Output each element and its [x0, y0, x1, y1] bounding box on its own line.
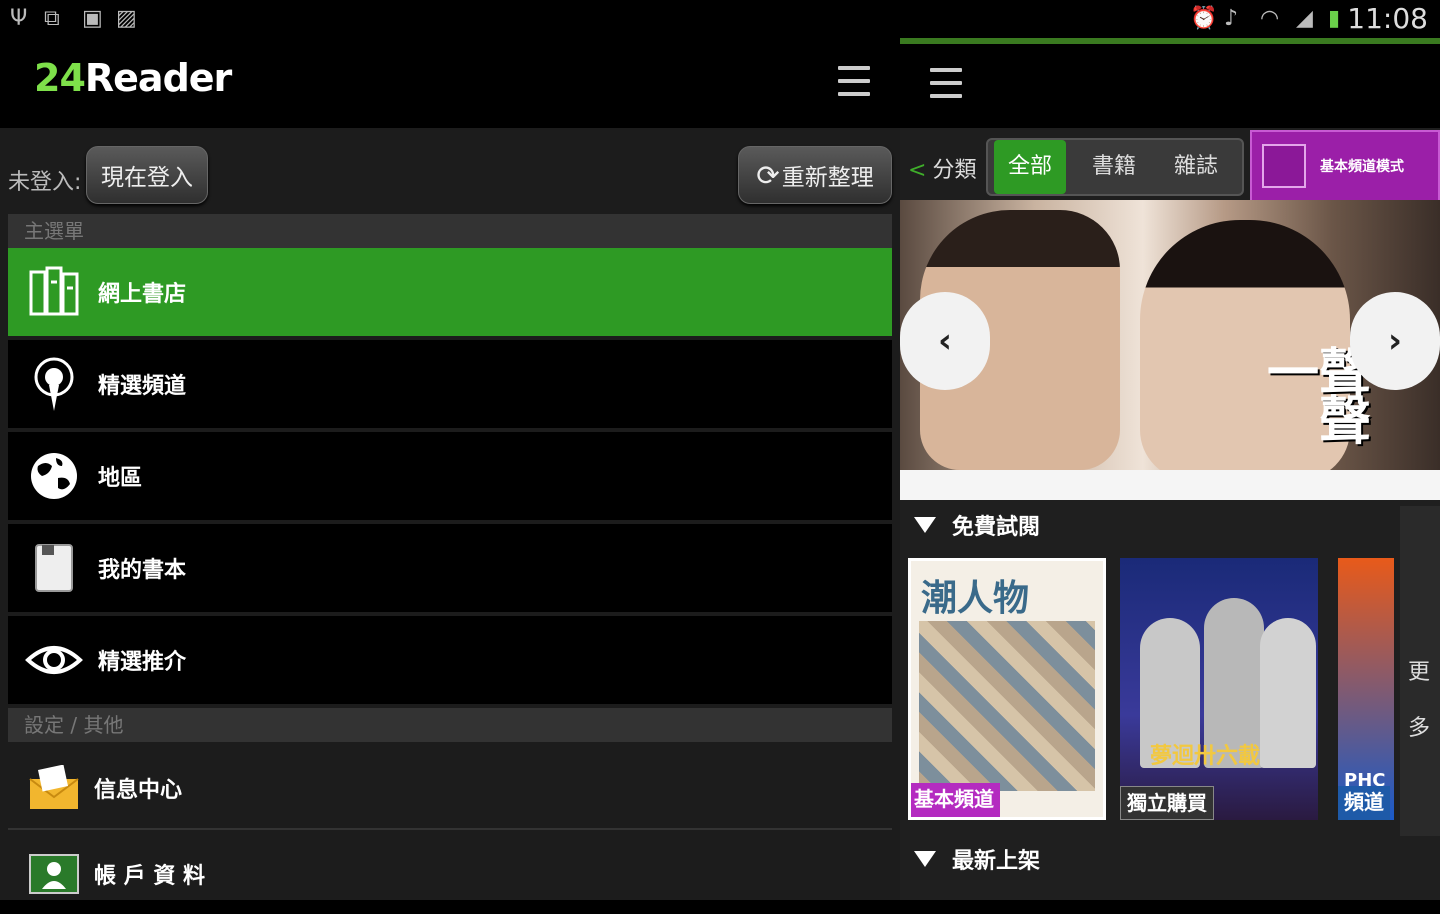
free-preview-header[interactable]: 免費試閱 [900, 504, 1440, 546]
cover-image [1260, 618, 1316, 768]
globe-icon [24, 446, 84, 506]
channel-tag: 基本頻道 [911, 783, 1000, 817]
banner-next-button[interactable]: › [1350, 292, 1440, 390]
mail-icon [24, 758, 84, 818]
battery-icon: ▮ [1328, 6, 1341, 31]
menu-item-channels[interactable]: 精選頻道 [8, 340, 892, 428]
menu-item-label: 信息中心 [94, 778, 183, 803]
purchase-tag: 獨立購買 [1120, 786, 1214, 820]
menu-item-messages[interactable]: 信息中心 [8, 748, 892, 828]
section-main-menu: 主選單 [8, 214, 892, 248]
menu-item-label: 網上書店 [98, 282, 187, 307]
magazine-cover[interactable]: 夢迴卅六載 獨立購買 [1120, 558, 1318, 820]
screen-icon: ⧉ [44, 6, 60, 31]
content-panel: < 分類 全部 書籍 雜誌 基本頻道模式 一聲一聲 ‹ › 免費試閱 潮人物 基本… [900, 38, 1440, 900]
category-back-button[interactable]: < 分類 [908, 152, 976, 184]
tab-books[interactable]: 書籍 [1074, 140, 1154, 194]
new-arrivals-header[interactable]: 最新上架 [900, 838, 1440, 880]
menu-item-label: 我的書本 [98, 558, 187, 583]
tab-group: 全部 書籍 雜誌 [986, 138, 1244, 196]
refresh-icon: ⟳ [756, 158, 780, 192]
menu-item-label: 精選推介 [98, 650, 187, 675]
app-bar: 24Reader [0, 38, 900, 128]
navigation-drawer: 24Reader 未登入: 現在登入 ⟳ 重新整理 主選單 網上書店 精選頻道 地… [0, 38, 900, 900]
section-label: 免費試閱 [952, 515, 1041, 540]
cover-image [919, 621, 1095, 791]
collapse-triangle-icon [914, 851, 936, 867]
menu-item-label: 精選頻道 [98, 374, 187, 399]
promo-banner[interactable]: 一聲一聲 ‹ › [900, 200, 1440, 470]
more-label: 更 [1408, 660, 1431, 685]
login-button[interactable]: 現在登入 [86, 146, 208, 204]
menu-item-recommended[interactable]: 精選推介 [8, 616, 892, 704]
basic-channel-mode-button[interactable]: 基本頻道模式 [1250, 130, 1440, 202]
magazine-cover[interactable]: PHC 頻道 [1338, 558, 1394, 820]
divider [8, 828, 892, 830]
menu-item-bookstore[interactable]: 網上書店 [8, 248, 892, 336]
category-label: 分類 [932, 158, 977, 183]
menu-item-label: 帳 戶 資 料 [94, 864, 205, 889]
section-label: 最新上架 [952, 849, 1041, 874]
tab-magazines[interactable]: 雜誌 [1156, 140, 1236, 194]
login-status-label: 未登入: [8, 170, 82, 195]
menu-item-label: 地區 [98, 466, 143, 491]
section-settings: 設定 / 其他 [8, 708, 892, 742]
image-icon: ▨ [116, 6, 137, 31]
filter-bar: < 分類 全部 書籍 雜誌 基本頻道模式 [900, 128, 1440, 202]
tab-all[interactable]: 全部 [994, 140, 1066, 194]
menu-icon[interactable] [930, 68, 962, 98]
banner-prev-button[interactable]: ‹ [900, 292, 990, 390]
refresh-button[interactable]: ⟳ 重新整理 [738, 146, 892, 204]
banner-indicator-strip [900, 470, 1440, 500]
menu-item-account[interactable]: 帳 戶 資 料 [8, 834, 892, 914]
content-app-bar [900, 44, 1440, 128]
eye-icon [24, 630, 84, 690]
alarm-icon: ⏰ [1190, 6, 1218, 31]
menu-icon[interactable] [838, 66, 870, 96]
menu-item-my-books[interactable]: 我的書本 [8, 524, 892, 612]
cover-title: 夢迴卅六載 [1150, 744, 1261, 769]
refresh-label: 重新整理 [781, 165, 874, 191]
checkbox-icon [1262, 144, 1306, 188]
signal-icon: ◢ [1296, 6, 1313, 31]
app-logo: 24Reader [34, 56, 232, 100]
mute-icon: ♪ [1224, 6, 1239, 31]
wifi-icon: ◠ [1260, 6, 1280, 31]
channel-tag: 頻道 [1338, 786, 1390, 820]
collapse-triangle-icon [914, 517, 936, 533]
sd-icon: ▣ [82, 6, 103, 31]
chevron-right-icon: › [1387, 321, 1402, 361]
cover-title: 潮人物 [921, 577, 1030, 619]
more-button[interactable]: 更 多 [1400, 506, 1440, 836]
account-icon [24, 844, 84, 904]
podcast-icon [24, 354, 84, 414]
status-bar: Ψ ⧉ ▣ ▨ ⏰ ♪ ◠ ◢ ▮ 11:08 [0, 0, 1440, 38]
book-icon [24, 538, 84, 598]
usb-icon: Ψ [10, 6, 28, 31]
magazine-cover[interactable]: 潮人物 基本頻道 [908, 558, 1106, 820]
chevron-left-icon: < [908, 158, 927, 183]
chevron-left-icon: ‹ [937, 321, 952, 361]
more-label: 多 [1408, 716, 1431, 741]
clock: 11:08 [1347, 2, 1428, 35]
menu-item-region[interactable]: 地區 [8, 432, 892, 520]
mode-label: 基本頻道模式 [1320, 159, 1404, 175]
bookstore-icon [24, 262, 84, 322]
